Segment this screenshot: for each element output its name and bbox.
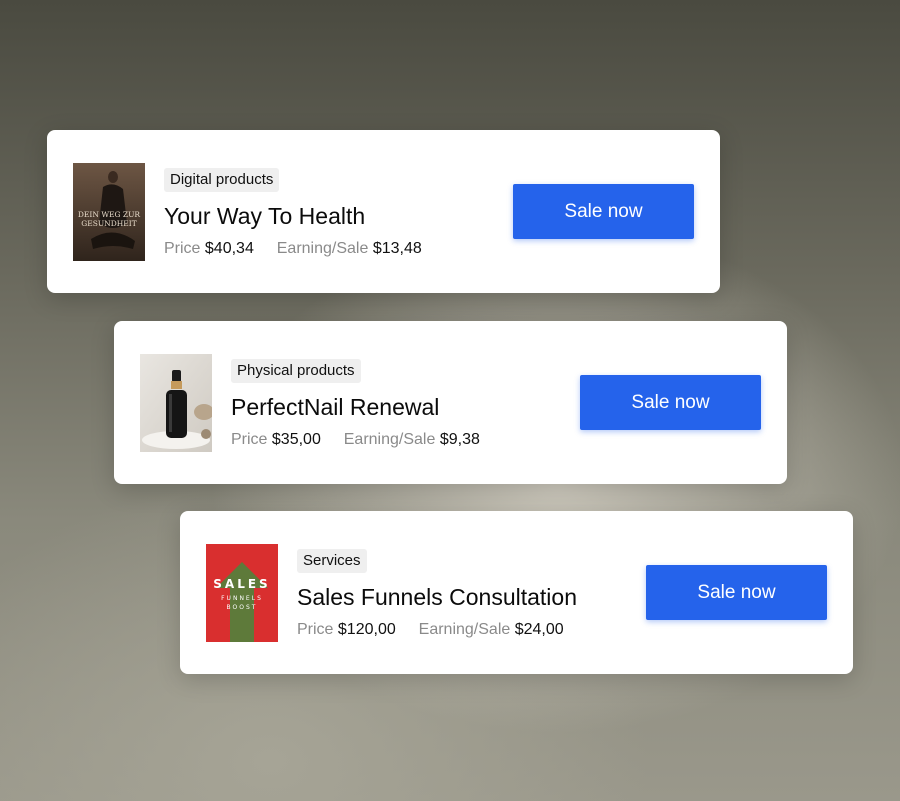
product-thumbnail-book: DEIN WEG ZUR GESUNDHEIT	[73, 163, 145, 261]
product-title: Your Way To Health	[164, 203, 366, 229]
price-value: $120,00	[337, 621, 396, 638]
price-value: $40,34	[204, 240, 254, 257]
product-card-services: SALES FUNNELS BOOST Services Sales Funne…	[180, 511, 853, 674]
product-card-physical: Physical products PerfectNail Renewal Pr…	[114, 321, 787, 484]
cover-subtitle-1: FUNNELS	[221, 595, 263, 602]
product-thumbnail-sales-book: SALES FUNNELS BOOST	[206, 544, 278, 642]
cover-title-line1: DEIN WEG ZUR	[78, 210, 140, 219]
cover-title: SALES	[213, 577, 270, 591]
product-thumbnail-serum-bottle	[140, 354, 212, 452]
category-tag: Physical products	[231, 359, 361, 383]
cover-subtitle-2: BOOST	[227, 604, 258, 611]
earning-value: $24,00	[514, 621, 564, 638]
price-label: Price	[231, 431, 268, 448]
earning-label: Earning/Sale	[418, 621, 511, 638]
product-title: Sales Funnels Consultation	[297, 584, 577, 610]
sale-now-button[interactable]: Sale now	[646, 565, 827, 620]
product-pricing: Price $120,00 Earning/Sale $24,00	[297, 621, 564, 639]
price-label: Price	[297, 621, 334, 638]
earning-value: $9,38	[439, 431, 480, 448]
category-tag: Services	[297, 549, 367, 573]
sale-now-button[interactable]: Sale now	[513, 184, 694, 239]
sale-now-button[interactable]: Sale now	[580, 375, 761, 430]
category-tag: Digital products	[164, 168, 280, 192]
price-value: $35,00	[271, 431, 321, 448]
earning-label: Earning/Sale	[276, 240, 369, 257]
cover-title-line2: GESUNDHEIT	[81, 219, 136, 228]
product-title: PerfectNail Renewal	[231, 394, 440, 420]
price-label: Price	[164, 240, 201, 257]
product-pricing: Price $35,00 Earning/Sale $9,38	[231, 431, 480, 449]
product-pricing: Price $40,34 Earning/Sale $13,48	[164, 240, 422, 258]
product-card-digital: DEIN WEG ZUR GESUNDHEIT Digital products…	[47, 130, 720, 293]
earning-value: $13,48	[372, 240, 422, 257]
earning-label: Earning/Sale	[343, 431, 436, 448]
